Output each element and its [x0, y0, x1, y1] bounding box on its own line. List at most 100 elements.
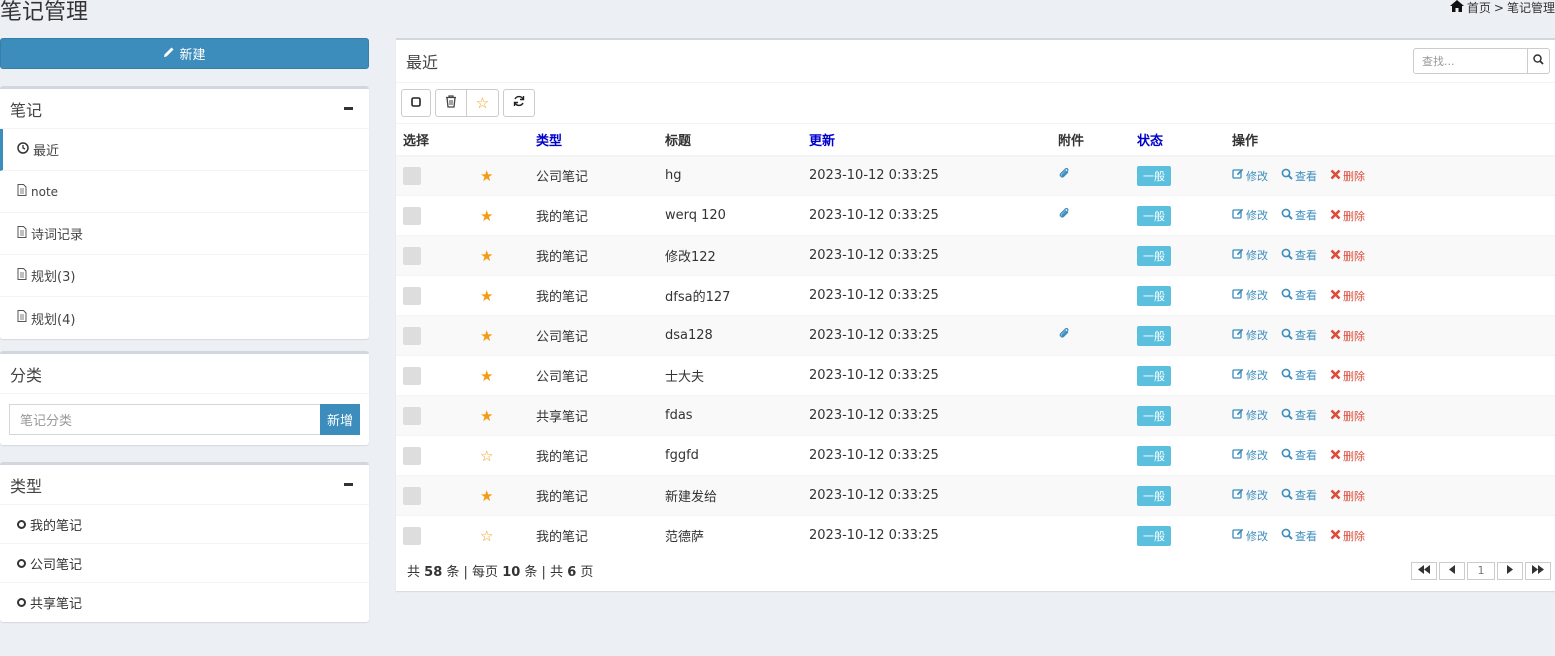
attachment-cell — [1051, 475, 1130, 516]
delete-link[interactable]: 删除 — [1330, 408, 1365, 424]
add-category-button[interactable]: 新增 — [320, 404, 360, 435]
next-page-button[interactable] — [1497, 561, 1523, 580]
updated-cell: 2023-10-12 0:33:25 — [802, 155, 1051, 196]
attachment-cell — [1051, 315, 1130, 356]
view-label: 查看 — [1295, 249, 1317, 263]
star-filled-icon[interactable]: ★ — [480, 487, 493, 505]
view-link[interactable]: 查看 — [1281, 327, 1317, 343]
sidebar-item-plan-3[interactable]: 规划(3) — [0, 255, 369, 297]
row-checkbox[interactable] — [403, 206, 421, 225]
view-link[interactable]: 查看 — [1281, 447, 1317, 463]
star-filled-icon[interactable]: ★ — [480, 167, 493, 185]
view-link[interactable]: 查看 — [1281, 207, 1317, 223]
delete-link[interactable]: 删除 — [1330, 488, 1365, 504]
pagination-summary: 共 58 条 | 每页 10 条 | 共 6 页 — [407, 565, 594, 580]
star-filled-icon[interactable]: ★ — [480, 287, 493, 305]
edit-link[interactable]: 修改 — [1232, 168, 1268, 184]
last-page-button[interactable] — [1525, 561, 1551, 580]
row-checkbox[interactable] — [403, 166, 421, 185]
edit-icon — [1232, 368, 1244, 383]
star-button[interactable]: ☆ — [467, 89, 499, 117]
sidebar-item-note[interactable]: note — [0, 171, 369, 213]
edit-link[interactable]: 修改 — [1232, 287, 1268, 303]
current-page[interactable]: 1 — [1467, 561, 1495, 580]
left-triangle-icon — [1449, 564, 1455, 577]
edit-link[interactable]: 修改 — [1232, 487, 1268, 503]
paperclip-icon[interactable] — [1058, 327, 1071, 344]
column-type[interactable]: 类型 — [529, 123, 658, 157]
row-checkbox[interactable] — [403, 446, 421, 465]
title-cell: dfsa的127 — [658, 275, 802, 316]
edit-label: 修改 — [1246, 169, 1268, 183]
edit-icon — [1232, 528, 1244, 543]
row-checkbox[interactable] — [403, 486, 421, 505]
row-checkbox[interactable] — [403, 526, 421, 545]
edit-link[interactable]: 修改 — [1232, 207, 1268, 223]
delete-link[interactable]: 删除 — [1330, 288, 1365, 304]
type-item-company[interactable]: 公司笔记 — [0, 544, 369, 583]
edit-link[interactable]: 修改 — [1232, 247, 1268, 263]
search-input[interactable]: 查找... — [1413, 48, 1528, 74]
paperclip-icon[interactable] — [1058, 207, 1071, 224]
column-updated[interactable]: 更新 — [802, 123, 1051, 157]
select-all-button[interactable] — [401, 89, 431, 117]
new-note-button[interactable]: 新建 — [0, 38, 369, 69]
status-cell: 一般 — [1130, 515, 1225, 556]
star-filled-icon[interactable]: ★ — [480, 327, 493, 345]
edit-link[interactable]: 修改 — [1232, 327, 1268, 343]
refresh-button[interactable] — [503, 89, 535, 117]
star-filled-icon[interactable]: ★ — [480, 407, 493, 425]
collapse-icon[interactable] — [344, 107, 353, 110]
title-cell: fggfd — [658, 435, 802, 476]
search-button[interactable] — [1528, 48, 1550, 74]
column-status[interactable]: 状态 — [1130, 123, 1225, 157]
view-link[interactable]: 查看 — [1281, 168, 1317, 184]
prev-page-button[interactable] — [1439, 561, 1465, 580]
edit-link[interactable]: 修改 — [1232, 367, 1268, 383]
row-checkbox[interactable] — [403, 326, 421, 345]
view-link[interactable]: 查看 — [1281, 367, 1317, 383]
star-filled-icon[interactable]: ★ — [480, 247, 493, 265]
row-checkbox[interactable] — [403, 246, 421, 265]
type-item-shared[interactable]: 共享笔记 — [0, 583, 369, 622]
updated-cell: 2023-10-12 0:33:25 — [802, 395, 1051, 436]
select-cell — [396, 315, 473, 356]
delete-link[interactable]: 删除 — [1330, 168, 1365, 184]
table-header-row: 选择 类型 标题 更新 附件 状态 操作 — [396, 123, 1555, 157]
row-checkbox[interactable] — [403, 366, 421, 385]
delete-link[interactable]: 删除 — [1330, 368, 1365, 384]
view-link[interactable]: 查看 — [1281, 407, 1317, 423]
star-outline-icon[interactable]: ☆ — [480, 527, 493, 545]
sidebar-item-poetry[interactable]: 诗词记录 — [0, 213, 369, 255]
delete-link[interactable]: 删除 — [1330, 248, 1365, 264]
category-input[interactable]: 笔记分类 — [9, 404, 320, 435]
star-filled-icon[interactable]: ★ — [480, 367, 493, 385]
row-checkbox[interactable] — [403, 286, 421, 305]
row-checkbox[interactable] — [403, 406, 421, 425]
edit-link[interactable]: 修改 — [1232, 447, 1268, 463]
sidebar-item-plan-4[interactable]: 规划(4) — [0, 297, 369, 339]
view-link[interactable]: 查看 — [1281, 247, 1317, 263]
collapse-icon[interactable] — [344, 483, 353, 486]
edit-icon — [1232, 488, 1244, 503]
search-icon — [1281, 488, 1293, 503]
star-outline-icon[interactable]: ☆ — [480, 447, 493, 465]
breadcrumb-home-link[interactable]: 首页 — [1467, 0, 1491, 16]
delete-link[interactable]: 删除 — [1330, 328, 1365, 344]
delete-link[interactable]: 删除 — [1330, 208, 1365, 224]
delete-button[interactable] — [435, 89, 467, 117]
delete-link[interactable]: 删除 — [1330, 528, 1365, 544]
view-link[interactable]: 查看 — [1281, 528, 1317, 544]
edit-link[interactable]: 修改 — [1232, 528, 1268, 544]
view-link[interactable]: 查看 — [1281, 287, 1317, 303]
actions-cell: 修改 查看 删除 — [1225, 475, 1555, 516]
close-icon — [1330, 489, 1341, 503]
star-filled-icon[interactable]: ★ — [480, 207, 493, 225]
paperclip-icon[interactable] — [1058, 168, 1071, 184]
view-link[interactable]: 查看 — [1281, 487, 1317, 503]
edit-link[interactable]: 修改 — [1232, 407, 1268, 423]
delete-link[interactable]: 删除 — [1330, 448, 1365, 464]
type-item-mine[interactable]: 我的笔记 — [0, 505, 369, 544]
first-page-button[interactable] — [1411, 561, 1437, 580]
sidebar-item-recent[interactable]: 最近 — [0, 129, 369, 171]
